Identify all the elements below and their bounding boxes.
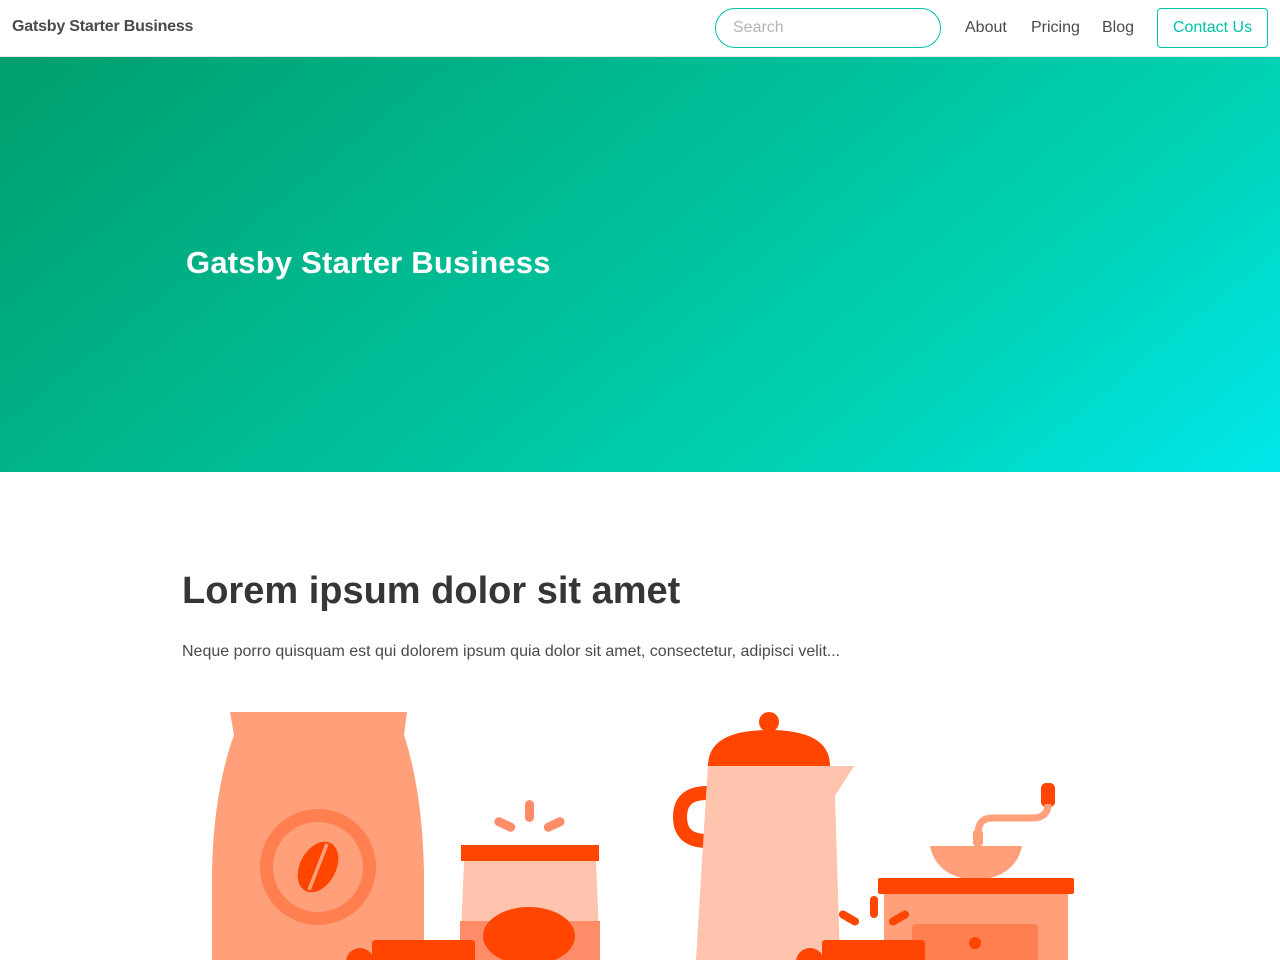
section-text: Neque porro quisquam est qui dolorem ips… xyxy=(182,643,841,660)
nav-link-about[interactable]: About xyxy=(965,19,1007,37)
nav-link-blog[interactable]: Blog xyxy=(1102,19,1134,37)
coffee-bag-illustration xyxy=(182,700,622,960)
coffee-pot-illustration-graphic xyxy=(672,712,1074,960)
brand-link[interactable]: Gatsby Starter Business xyxy=(12,18,193,36)
contact-us-button[interactable]: Contact Us xyxy=(1157,8,1268,48)
nav-link-pricing[interactable]: Pricing xyxy=(1031,19,1080,37)
coffee-bag-illustration-graphic xyxy=(212,712,600,960)
search-input[interactable] xyxy=(715,8,941,48)
hero-title: Gatsby Starter Business xyxy=(186,245,551,280)
hero-banner: Gatsby Starter Business xyxy=(0,57,1280,472)
coffee-pot-illustration xyxy=(660,700,1100,960)
top-navbar: Gatsby Starter Business About Pricing Bl… xyxy=(0,0,1280,57)
section-title: Lorem ipsum dolor sit amet xyxy=(182,570,681,612)
